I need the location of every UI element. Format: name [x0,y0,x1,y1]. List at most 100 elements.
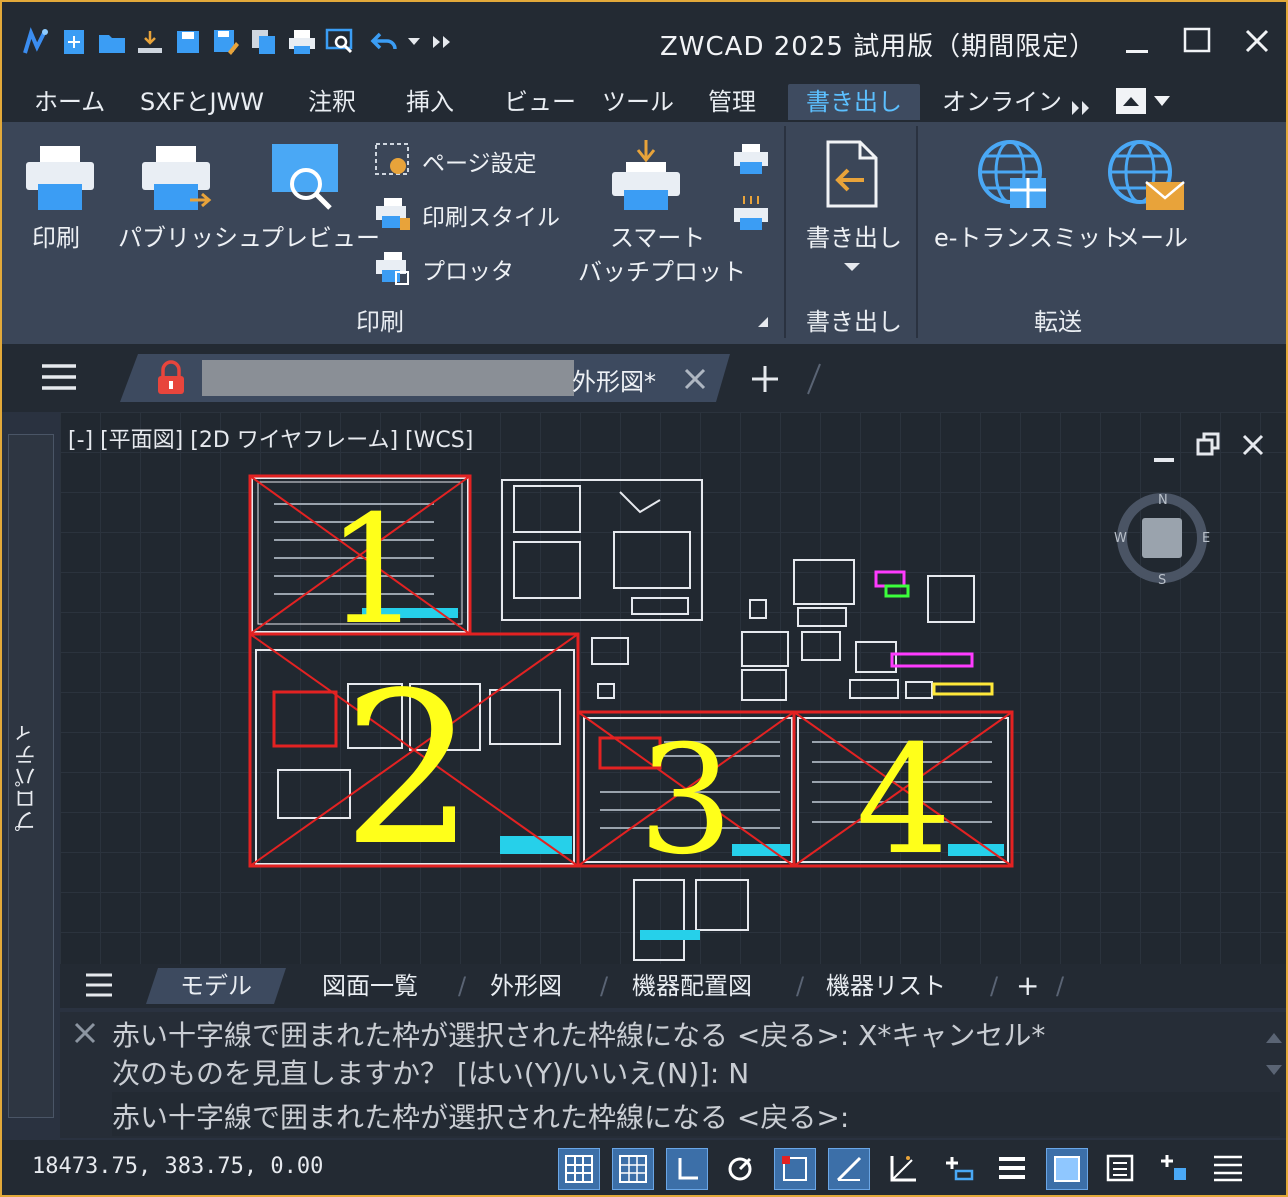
batch-print-small-icon[interactable] [732,194,770,238]
drawing-canvas[interactable]: 1 2 3 4 N S W E [60,412,1286,964]
transparency-icon[interactable] [1046,1148,1088,1190]
view-cube: N S W E [1114,493,1210,588]
smart-batch-plot-icon[interactable] [610,138,682,216]
hamburger-menu-icon[interactable] [40,362,78,396]
compass-west: W [1114,531,1127,546]
new-tab-icon[interactable] [750,364,780,398]
ortho-mode-icon[interactable] [666,1148,708,1190]
print-small-icon[interactable] [732,142,770,180]
polar-tracking-icon[interactable] [720,1148,760,1188]
smart-batch-line2[interactable]: バッチプロット [578,252,746,287]
new-icon[interactable] [58,26,90,58]
print-icon[interactable] [286,26,318,58]
snap-mode-icon[interactable] [612,1148,654,1190]
properties-panel-label[interactable]: プロパティ [12,722,44,832]
customization-icon[interactable] [1208,1148,1248,1188]
viewport-controls-label[interactable]: [-] [平面図] [2D ワイヤフレーム] [WCS] [68,422,473,454]
upload-icon[interactable] [134,26,166,58]
document-tab-bar: 外形図* [2,344,1286,412]
page-setup-button[interactable]: ページ設定 [422,144,537,178]
more-icon[interactable] [430,26,454,58]
mail-button[interactable]: メール [1116,218,1188,253]
document-tab-name[interactable]: 外形図* [572,362,656,397]
sheet-number-2: 2 [342,647,476,892]
smart-batch-line1[interactable]: スマート [610,218,705,253]
dynamic-input-icon[interactable] [938,1148,978,1188]
etransmit-icon[interactable] [976,138,1050,216]
layout-tab-bar: モデル 図面一覧 / 外形図 / 機器配置図 / 機器リスト / + / [60,964,1286,1008]
plotter-button[interactable]: プロッタ [422,252,514,286]
preview-large-icon[interactable] [270,142,342,216]
dropdown-icon[interactable] [406,26,422,58]
ribbon-minimize-icon[interactable] [1114,86,1174,122]
close-tab-icon[interactable] [684,368,706,394]
publish-icon[interactable] [140,144,216,218]
tab-annotate[interactable]: 注釈 [308,84,356,120]
command-history-line: 次のものを見直しますか？ [はい(Y)/いいえ(N)]: N [112,1057,750,1090]
tab-tools[interactable]: ツール [602,84,674,120]
undo-icon[interactable] [368,26,400,58]
export-button[interactable]: 書き出し [806,218,902,253]
grid-display-icon[interactable] [558,1148,600,1190]
page-setup-icon[interactable] [374,142,412,182]
tab-divider: / [796,972,805,1000]
command-input[interactable]: 赤い十字線で囲まれた枠が選択された枠線になる <戻る>: [112,1092,1280,1136]
command-line-panel: 赤い十字線で囲まれた枠が選択された枠線になる <戻る>: X*キャンセル* 次の… [60,1012,1286,1138]
layout-tab-equipment-layout[interactable]: 機器配置図 [632,968,752,1004]
preview-icon[interactable] [324,26,356,58]
export-dropdown-icon[interactable] [844,258,860,277]
viewport-minimize-icon[interactable] [1152,440,1176,468]
add-layout-button[interactable]: + [1016,968,1039,1004]
tab-home[interactable]: ホーム [34,84,105,120]
dynamic-ucs-icon[interactable] [882,1148,922,1188]
save-icon[interactable] [172,26,204,58]
scroll-up-icon[interactable] [1266,1028,1282,1047]
mail-icon[interactable] [1108,138,1186,216]
lineweight-icon[interactable] [992,1148,1032,1188]
tab-view[interactable]: ビュー [504,84,576,120]
viewport-restore-icon[interactable] [1196,432,1222,462]
print-style-icon[interactable] [374,196,412,236]
tab-insert[interactable]: 挿入 [406,84,454,120]
group-launcher-icon[interactable] [758,312,768,331]
tab-online[interactable]: オンライン [942,84,1062,120]
print-large-icon[interactable] [24,144,96,218]
logo-icon[interactable] [20,26,52,58]
print-style-button[interactable]: 印刷スタイル [422,198,560,232]
drawing-viewport[interactable]: 1 2 3 4 N S W E [60,412,1286,964]
command-close-icon[interactable] [74,1022,96,1048]
minimize-button[interactable] [1116,20,1158,62]
object-snap-icon[interactable] [774,1148,816,1190]
selection-cycling-icon[interactable] [1154,1148,1194,1188]
command-prompt[interactable]: 赤い十字線で囲まれた枠が選択された枠線になる <戻る>: [112,1096,849,1136]
command-history-line: 赤い十字線で囲まれた枠が選択された枠線になる <戻る>: X*キャンセル* [112,1019,1046,1052]
quick-properties-icon[interactable] [1100,1148,1140,1188]
plotter-icon[interactable] [374,250,412,290]
object-tracking-icon[interactable] [828,1148,870,1190]
layout-menu-icon[interactable] [84,972,114,1002]
save-as-icon[interactable] [210,26,242,58]
tab-export[interactable]: 書き出し [788,84,920,120]
layout-tab-drawing-list[interactable]: 図面一覧 [322,968,418,1004]
compass-south: S [1158,573,1166,588]
publish-button[interactable]: パブリッシュ [118,218,262,253]
scroll-down-icon[interactable] [1266,1062,1282,1081]
print-button[interactable]: 印刷 [32,218,80,253]
layout-tab-model[interactable]: モデル [146,968,286,1004]
export-group-label: 書き出し [806,308,902,336]
viewport-close-icon[interactable] [1242,434,1264,460]
copy-icon[interactable] [248,26,280,58]
etransmit-button[interactable]: e-トランスミット [934,218,1125,253]
layout-tab-outline[interactable]: 外形図 [490,968,562,1004]
open-icon[interactable] [96,26,128,58]
tab-sxf-jww[interactable]: SXFとJWW [140,84,264,120]
export-icon[interactable] [820,140,880,214]
maximize-button[interactable] [1176,20,1218,62]
tab-manage[interactable]: 管理 [708,84,756,120]
layout-tab-equipment-list[interactable]: 機器リスト [826,968,946,1004]
ribbon-tabs: ホーム SXFとJWW 注釈 挿入 ビュー ツール 管理 書き出し オンライン [2,82,1286,122]
close-button[interactable] [1236,20,1278,62]
tab-overflow-icon[interactable] [1070,90,1092,126]
compass-north: N [1158,493,1168,508]
preview-button[interactable]: プレビュー [260,218,380,253]
